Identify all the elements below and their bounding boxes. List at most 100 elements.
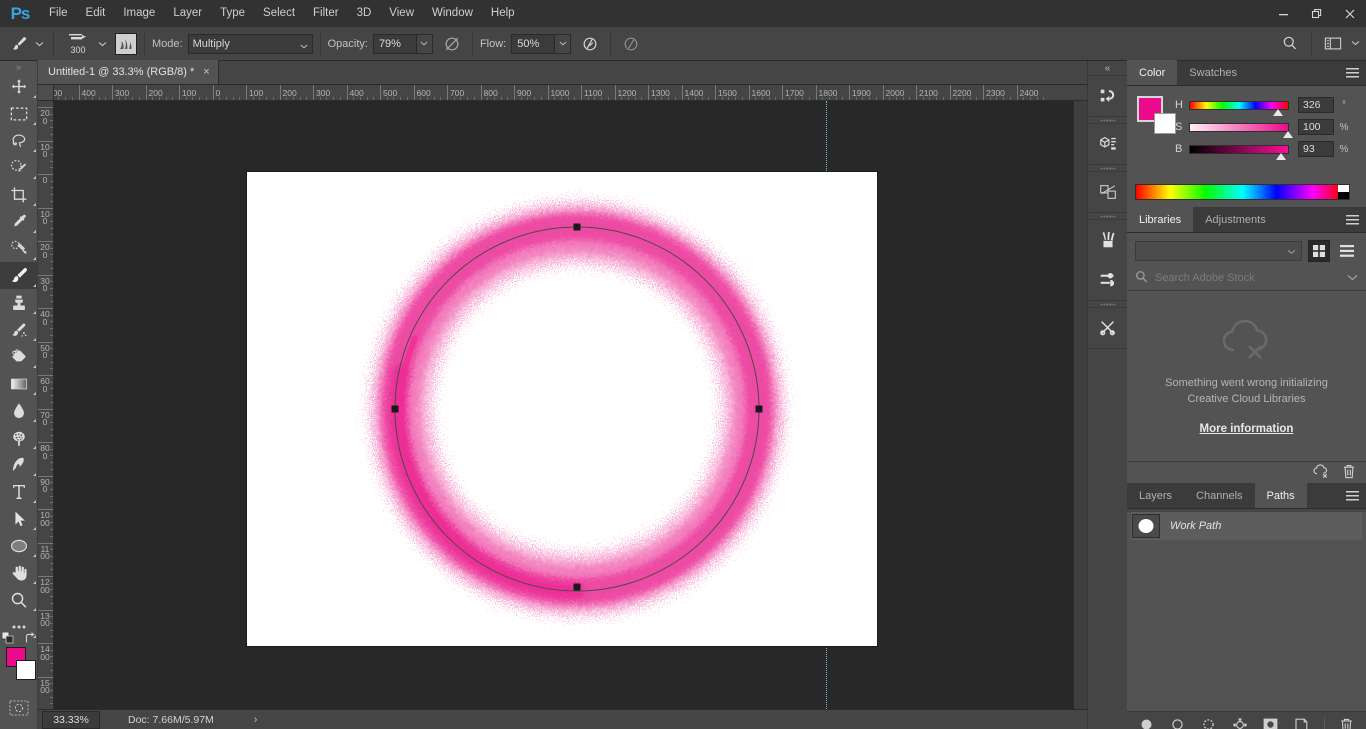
tab-swatches[interactable]: Swatches <box>1177 60 1249 85</box>
path-selection-tool[interactable] <box>0 505 38 532</box>
menu-filter[interactable]: Filter <box>304 0 348 27</box>
saturation-value[interactable]: 100 <box>1298 119 1334 135</box>
brush-settings-panel-icon[interactable] <box>1088 260 1128 300</box>
vertical-scrollbar[interactable] <box>1073 101 1087 709</box>
make-work-path-from-selection-button[interactable] <box>1231 716 1249 729</box>
delete-path-button[interactable] <box>1338 716 1356 729</box>
path-list-item[interactable]: Work Path <box>1131 512 1362 540</box>
pressure-controls-opacity-icon[interactable] <box>439 32 465 56</box>
dodge-tool[interactable] <box>0 424 38 451</box>
spot-healing-brush-tool[interactable] <box>0 235 38 262</box>
eyedropper-tool[interactable] <box>0 208 38 235</box>
blur-tool[interactable] <box>0 397 38 424</box>
collapse-panels-icon[interactable]: « <box>1088 61 1127 75</box>
default-colors-icon[interactable] <box>1 631 14 647</box>
ruler-origin[interactable] <box>38 85 54 101</box>
background-color-chip[interactable] <box>1154 113 1176 134</box>
more-information-link[interactable]: More information <box>1200 423 1294 435</box>
menu-window[interactable]: Window <box>423 0 482 27</box>
delete-icon[interactable] <box>1342 464 1356 482</box>
stroke-path-button[interactable] <box>1169 716 1187 729</box>
search-input[interactable] <box>1155 272 1347 284</box>
saturation-slider-thumb[interactable] <box>1283 130 1293 138</box>
hue-value[interactable]: 326 <box>1298 97 1334 113</box>
brush-presets-panel-icon[interactable] <box>1088 220 1128 260</box>
color-spectrum-bar[interactable] <box>1135 184 1350 200</box>
brush-preset-chevron-icon[interactable] <box>95 33 109 55</box>
sync-error-icon[interactable] <box>1312 464 1330 481</box>
library-select[interactable] <box>1135 241 1302 261</box>
history-panel-icon[interactable] <box>1088 76 1128 116</box>
chevron-down-icon[interactable] <box>1347 272 1358 284</box>
lasso-tool[interactable] <box>0 127 38 154</box>
vertical-ruler[interactable]: 200 100 0 100 200 300 400 500 600 700 800 900 1000 11… <box>38 101 54 709</box>
tab-adjustments[interactable]: Adjustments <box>1193 207 1278 232</box>
new-path-button[interactable] <box>1293 716 1311 729</box>
brush-size-preview[interactable]: 300 <box>61 29 95 59</box>
brush-tool-icon[interactable] <box>6 32 32 56</box>
fill-path-button[interactable] <box>1138 716 1156 729</box>
close-button[interactable] <box>1333 0 1366 27</box>
brush-preset-picker-icon[interactable] <box>115 32 137 55</box>
panel-menu-icon[interactable] <box>1346 68 1359 82</box>
pen-tool[interactable] <box>0 451 38 478</box>
brightness-value[interactable]: 93 <box>1298 141 1334 157</box>
panel-menu-icon[interactable] <box>1346 491 1359 505</box>
restore-button[interactable] <box>1300 0 1333 27</box>
panel-menu-icon[interactable] <box>1346 215 1359 229</box>
menu-image[interactable]: Image <box>114 0 164 27</box>
tab-libraries[interactable]: Libraries <box>1127 207 1194 232</box>
close-icon[interactable]: × <box>203 66 209 78</box>
canvas-area[interactable] <box>54 101 1087 709</box>
opacity-input[interactable]: 79% <box>372 33 417 54</box>
clone-stamp-tool[interactable] <box>0 289 38 316</box>
menu-view[interactable]: View <box>380 0 423 27</box>
quick-selection-tool[interactable] <box>0 154 38 181</box>
pressure-controls-size-icon[interactable] <box>618 32 644 56</box>
horizontal-ruler[interactable]: 500 400 300 200 100 0 100 200 300 400 500 600 700 800… <box>38 85 1087 101</box>
search-icon[interactable] <box>1277 31 1303 55</box>
saturation-slider[interactable] <box>1189 122 1293 138</box>
history-brush-tool[interactable] <box>0 316 38 343</box>
brightness-slider-thumb[interactable] <box>1276 152 1286 160</box>
gradient-tool[interactable] <box>0 370 38 397</box>
background-color-swatch[interactable] <box>16 660 36 680</box>
spectrum-black-white[interactable] <box>1338 185 1349 199</box>
rectangular-marquee-tool[interactable] <box>0 100 38 127</box>
grid-view-icon[interactable] <box>1308 240 1330 262</box>
tab-paths[interactable]: Paths <box>1254 483 1307 508</box>
quick-mask-icon[interactable] <box>9 700 29 719</box>
menu-help[interactable]: Help <box>482 0 524 27</box>
ellipse-tool[interactable] <box>0 532 38 559</box>
hue-slider-thumb[interactable] <box>1273 108 1283 116</box>
menu-type[interactable]: Type <box>211 0 254 27</box>
horizontal-type-tool[interactable] <box>0 478 38 505</box>
tool-preset-chevron-icon[interactable] <box>32 33 46 55</box>
zoom-level-field[interactable]: 33.33% <box>42 710 100 729</box>
zoom-tool[interactable] <box>0 586 38 613</box>
swap-colors-icon[interactable] <box>24 632 36 647</box>
tab-color[interactable]: Color <box>1127 60 1178 85</box>
list-view-icon[interactable] <box>1336 240 1358 262</box>
flow-chevron-icon[interactable] <box>555 33 572 54</box>
tab-channels[interactable]: Channels <box>1184 483 1254 508</box>
add-layer-mask-button[interactable] <box>1262 716 1280 729</box>
document-tab[interactable]: Untitled-1 @ 33.3% (RGB/8) * × <box>38 60 219 84</box>
flow-input[interactable]: 50% <box>511 33 556 54</box>
menu-file[interactable]: File <box>40 0 77 27</box>
tool-presets-panel-icon[interactable] <box>1088 308 1128 348</box>
blend-mode-select[interactable]: Multiply <box>187 33 313 54</box>
workspace-chevron-icon[interactable] <box>1348 32 1362 54</box>
menu-edit[interactable]: Edit <box>77 0 115 27</box>
hue-slider[interactable] <box>1189 100 1289 116</box>
tab-layers[interactable]: Layers <box>1127 483 1184 508</box>
toolbar-collapse-icon[interactable]: » <box>0 61 37 73</box>
minimize-button[interactable] <box>1267 0 1300 27</box>
menu-select[interactable]: Select <box>254 0 304 27</box>
airbrush-icon[interactable] <box>577 32 603 56</box>
properties-panel-icon[interactable] <box>1088 124 1128 164</box>
brightness-slider[interactable] <box>1189 144 1289 160</box>
status-expand-icon[interactable]: › <box>254 714 258 726</box>
brush-tool[interactable] <box>0 262 38 289</box>
crop-tool[interactable] <box>0 181 38 208</box>
